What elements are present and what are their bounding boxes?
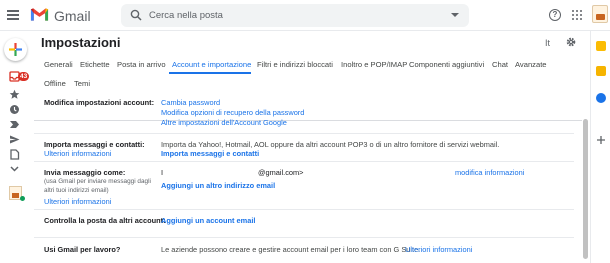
active-tab-indicator <box>169 72 251 74</box>
settings-scrollbar[interactable] <box>582 31 590 263</box>
settings-tabs: Generali Etichette Posta in arrivo Accou… <box>34 56 582 121</box>
scroll-thumb[interactable] <box>583 119 588 259</box>
settings-row-work: Usi Gmail per lavoro? Le aziende possono… <box>34 238 574 263</box>
page-title: Impostazioni <box>41 35 121 50</box>
search-bar[interactable]: Cerca nella posta <box>121 4 469 27</box>
sent-icon[interactable] <box>9 134 20 145</box>
tab-avanzate[interactable]: Avanzate <box>515 60 547 69</box>
brand-name: Gmail <box>54 8 91 24</box>
tab-generali[interactable]: Generali <box>44 60 73 69</box>
send-as-note: (usa Gmail per inviare messaggi dagli al… <box>44 178 151 194</box>
snoozed-icon[interactable] <box>9 104 20 115</box>
add-email-address-button[interactable]: Aggiungi un altro indirizzo email <box>161 181 275 190</box>
drafts-icon[interactable] <box>9 149 20 160</box>
change-password-link[interactable]: Cambia password <box>161 98 220 107</box>
keep-icon[interactable] <box>596 66 606 76</box>
compose-button[interactable] <box>4 38 27 61</box>
tab-temi[interactable]: Temi <box>74 79 90 88</box>
tab-etichette[interactable]: Etichette <box>80 60 110 69</box>
row-label: Importa messaggi e contatti: <box>44 140 145 149</box>
send-as-address-end: @gmail.com> <box>258 168 304 177</box>
tab-inoltro-pop-imap[interactable]: Inoltro e POP/IMAP <box>341 60 407 69</box>
tab-posta-in-arrivo[interactable]: Posta in arrivo <box>117 60 166 69</box>
online-status-icon <box>20 196 25 201</box>
calendar-icon[interactable] <box>596 41 606 51</box>
unread-count-badge: 43 <box>18 72 30 81</box>
gmail-logo-icon[interactable] <box>30 7 49 22</box>
tab-offline[interactable]: Offline <box>44 79 66 88</box>
tasks-icon[interactable] <box>596 93 606 103</box>
row-label: Modifica impostazioni account: <box>44 98 155 107</box>
settings-row-check-mail: Controlla la posta da altri account: Agg… <box>34 210 574 238</box>
search-icon[interactable] <box>130 9 142 21</box>
starred-icon[interactable] <box>9 89 20 100</box>
add-email-account-button[interactable]: Aggiungi un account email <box>161 216 255 225</box>
work-more-info-link[interactable]: Ulteriori informazioni <box>405 245 472 254</box>
row-label: Invia messaggio come: <box>44 168 126 177</box>
import-description: Importa da Yahoo!, Hotmail, AOL oppure d… <box>161 140 500 149</box>
row-label: Usi Gmail per lavoro? <box>44 245 121 254</box>
important-icon[interactable] <box>9 119 20 130</box>
account-avatar[interactable] <box>592 5 608 23</box>
left-rail: 43 Ni <box>0 31 34 263</box>
search-input[interactable]: Cerca nella posta <box>149 10 223 21</box>
settings-main: Impostazioni It Generali Etichette Posta… <box>34 31 582 263</box>
input-tools-toggle[interactable]: It <box>545 38 550 48</box>
google-apps-icon[interactable] <box>572 10 582 20</box>
main-menu-icon[interactable] <box>7 10 19 20</box>
settings-row-change-account: Modifica impostazioni account: Cambia pa… <box>34 93 574 134</box>
compose-plus-icon <box>9 43 22 56</box>
tab-componenti-aggiuntivi[interactable]: Componenti aggiuntivi <box>409 60 484 69</box>
row-label: Controlla la posta da altri account: <box>44 216 166 225</box>
edit-info-link[interactable]: modifica informazioni <box>455 168 524 177</box>
send-as-more-info-link[interactable]: Ulteriori informazioni <box>44 197 111 206</box>
side-panel <box>590 31 610 263</box>
import-more-info-link[interactable]: Ulteriori informazioni <box>44 149 111 158</box>
work-description: Le aziende possono creare e gestire acco… <box>161 245 421 254</box>
tab-chat[interactable]: Chat <box>492 60 508 69</box>
import-messages-button[interactable]: Importa messaggi e contatti <box>161 149 259 158</box>
top-bar: Gmail Cerca nella posta ? <box>0 0 610 31</box>
tab-account-e-importazione[interactable]: Account e importazione <box>172 60 251 69</box>
more-chevron-icon[interactable] <box>9 164 20 175</box>
search-options-icon[interactable] <box>451 13 459 17</box>
settings-row-send-as: Invia messaggio come: (usa Gmail per inv… <box>34 162 574 210</box>
send-as-address-start: I <box>161 168 164 177</box>
gear-icon[interactable] <box>565 36 577 48</box>
tab-filtri[interactable]: Filtri e indirizzi bloccati <box>257 60 333 69</box>
google-account-settings-link[interactable]: Altre impostazioni dell'Account Google <box>161 118 287 127</box>
settings-row-import: Importa messaggi e contatti: Ulteriori i… <box>34 134 574 162</box>
help-icon[interactable]: ? <box>549 9 561 21</box>
add-addon-icon[interactable] <box>596 135 606 145</box>
password-recovery-link[interactable]: Modifica opzioni di recupero della passw… <box>161 108 304 117</box>
